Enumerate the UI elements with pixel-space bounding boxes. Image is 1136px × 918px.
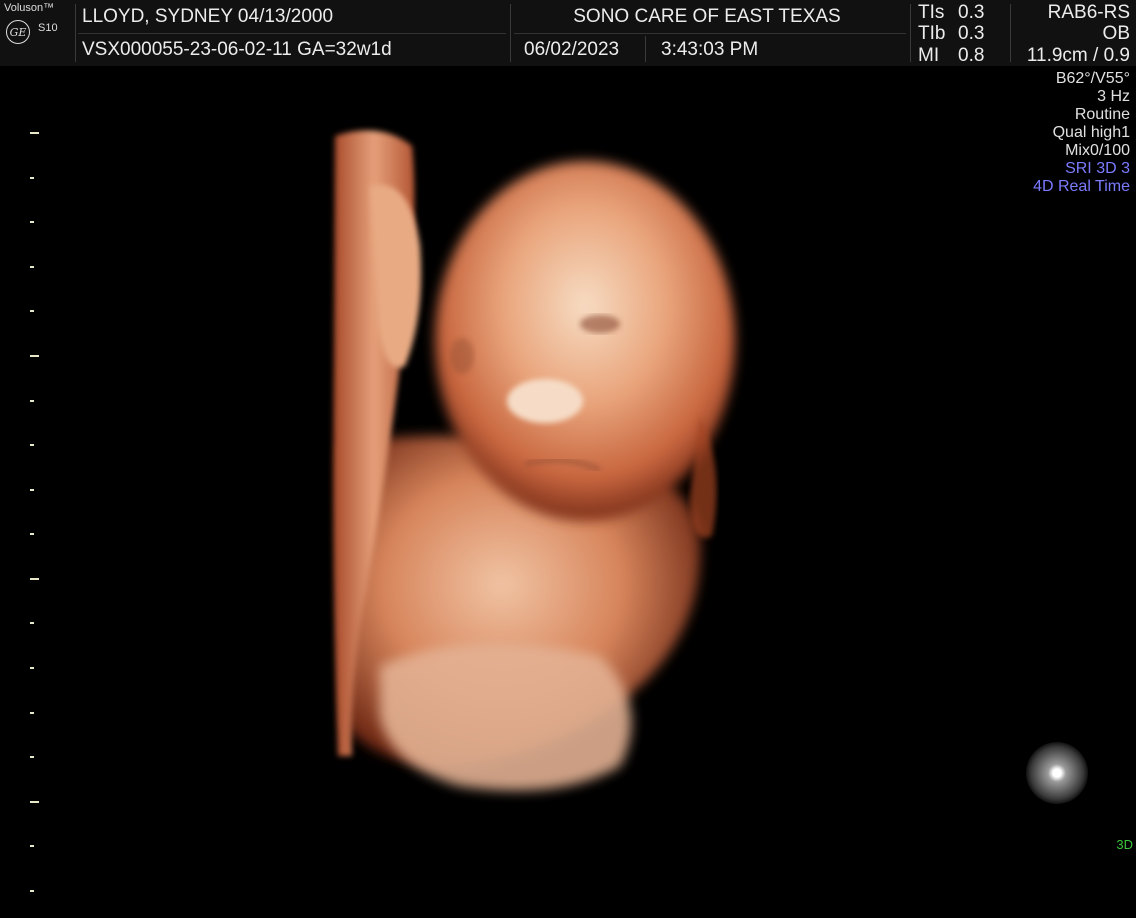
depth-tick	[30, 444, 34, 446]
realtime-mode: 4D Real Time	[1033, 178, 1130, 195]
fetus-render-image	[333, 130, 735, 791]
acquisition-parameters: B62°/V55° 3 Hz Routine Qual high1 Mix0/1…	[1033, 70, 1130, 196]
depth-tick	[30, 622, 34, 624]
exam-id-ga: VSX000055-23-06-02-11 GA=32w1d	[82, 39, 392, 60]
light-sphere-icon[interactable]	[1026, 742, 1088, 804]
tib-value: 0.3	[958, 23, 985, 44]
sri-setting: SRI 3D 3	[1065, 160, 1130, 177]
tis-value: 0.3	[958, 2, 985, 23]
model-name: S10	[38, 22, 58, 34]
header-divider	[75, 4, 76, 62]
exam-date: 06/02/2023	[524, 39, 620, 60]
depth-tick	[30, 177, 34, 179]
mix-setting: Mix0/100	[1065, 142, 1130, 159]
mi-value: 0.8	[958, 45, 985, 66]
header-row-divider	[78, 33, 506, 34]
angle-setting: B62°/V55°	[1055, 70, 1130, 87]
exam-time: 3:43:03 PM	[661, 39, 759, 60]
depth-tick-major	[30, 578, 39, 580]
depth-tick-major	[30, 355, 39, 357]
frame-rate: 3 Hz	[1097, 88, 1130, 105]
header-row-divider	[514, 33, 906, 34]
header-divider	[1010, 4, 1011, 62]
patient-name-dob: LLOYD, SYDNEY 04/13/2000	[82, 6, 334, 27]
depth-tick	[30, 489, 34, 491]
depth-tick	[30, 221, 34, 223]
probe-name: RAB6-RS	[1047, 2, 1130, 23]
depth-tick	[30, 533, 34, 535]
clinic-name: SONO CARE OF EAST TEXAS	[573, 6, 841, 27]
depth-tick	[30, 400, 34, 402]
exam-preset: OB	[1102, 23, 1130, 44]
quality-setting: Qual high1	[1052, 124, 1130, 141]
mode-setting: Routine	[1074, 106, 1130, 123]
depth-tick	[30, 310, 34, 312]
depth-tick	[30, 845, 34, 847]
tis-label: TIs	[918, 2, 945, 23]
depth-tick	[30, 667, 34, 669]
render-mode-label: 3D	[1116, 837, 1133, 852]
ultrasound-3d-render[interactable]	[0, 66, 1136, 892]
header-divider	[645, 36, 646, 62]
mi-label: MI	[918, 45, 940, 66]
depth-tick-major	[30, 801, 39, 803]
depth-tick	[30, 890, 34, 892]
depth-tick-major	[30, 132, 39, 134]
depth-scale	[30, 132, 42, 918]
header-divider	[510, 4, 511, 62]
ge-monogram-icon: GE	[6, 20, 30, 44]
depth-zoom: 11.9cm / 0.9	[1026, 45, 1130, 66]
info-header: Voluson™ GE S10 LLOYD, SYDNEY 04/13/2000…	[0, 0, 1136, 66]
tib-label: TIb	[918, 23, 946, 44]
brand-name: Voluson™	[4, 2, 55, 14]
depth-tick	[30, 266, 34, 268]
depth-tick	[30, 712, 34, 714]
header-divider	[910, 4, 911, 62]
device-logo: Voluson™ GE S10	[0, 0, 74, 66]
depth-tick	[30, 756, 34, 758]
